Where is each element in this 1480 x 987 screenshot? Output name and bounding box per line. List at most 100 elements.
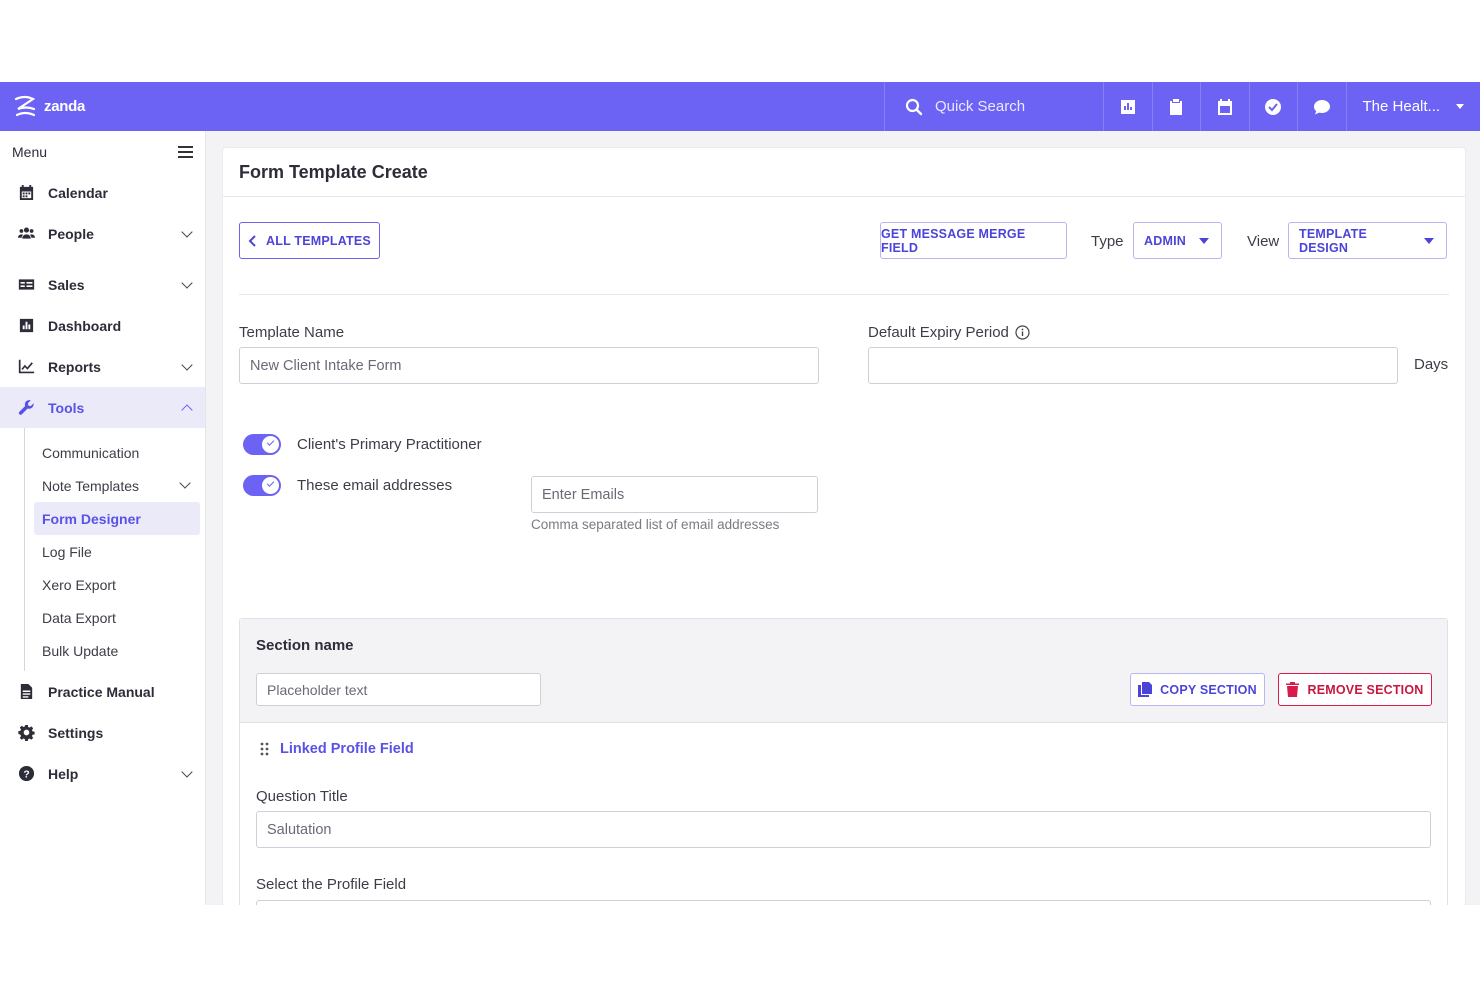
- reports-shortcut-button[interactable]: [1103, 82, 1152, 131]
- divider: [239, 294, 1449, 295]
- chevron-down-icon: [181, 766, 193, 778]
- messages-shortcut-button[interactable]: [1297, 82, 1346, 131]
- chevron-down-icon: [181, 226, 193, 238]
- copy-section-button[interactable]: COPY SECTION: [1130, 673, 1265, 706]
- top-bar: zanda Quick Search The Healt...: [0, 82, 1480, 131]
- chevron-left-icon: [248, 234, 256, 247]
- chevron-down-icon: [181, 359, 193, 371]
- menu-header: Menu: [0, 131, 205, 172]
- tasks-shortcut-button[interactable]: [1151, 82, 1201, 131]
- chevron-down-icon: [181, 277, 193, 289]
- section-header: Section name Placeholder text COPY SECTI…: [240, 619, 1447, 723]
- merge-field-button[interactable]: GET MESSAGE MERGE FIELD: [880, 222, 1067, 259]
- submenu-item-communication[interactable]: Communication: [25, 436, 200, 469]
- view-label: View: [1247, 233, 1280, 250]
- dashboard-icon: [16, 317, 36, 335]
- form-template-card: Form Template Create ALL TEMPLATES GET M…: [223, 148, 1465, 905]
- expiry-label: Default Expiry Period: [868, 324, 1009, 341]
- remove-section-button[interactable]: REMOVE SECTION: [1278, 673, 1432, 706]
- drag-handle-icon[interactable]: [260, 742, 270, 756]
- check-icon: [266, 438, 275, 446]
- type-label: Type: [1091, 233, 1124, 250]
- sidebar: Menu Calendar People Sales Dashboard Rep…: [0, 131, 206, 905]
- document-icon: [16, 683, 36, 701]
- sidebar-item-sales[interactable]: Sales: [0, 264, 205, 305]
- expiry-unit: Days: [1414, 356, 1449, 373]
- sidebar-item-label: People: [48, 225, 94, 242]
- check-icon: [266, 479, 275, 487]
- svg-text:?: ?: [23, 769, 29, 780]
- submenu-item-label: Note Templates: [42, 477, 140, 494]
- calendar-icon: [1217, 98, 1232, 115]
- template-name-input[interactable]: New Client Intake Form: [239, 347, 819, 384]
- remove-section-label: REMOVE SECTION: [1307, 682, 1424, 697]
- merge-field-label: GET MESSAGE MERGE FIELD: [881, 226, 1026, 255]
- chevron-down-icon: [1456, 104, 1465, 109]
- sidebar-item-people[interactable]: People: [0, 213, 205, 254]
- chat-icon: [1313, 99, 1330, 114]
- reports-icon: [16, 358, 36, 376]
- copy-section-label: COPY SECTION: [1160, 682, 1257, 697]
- copy-icon: [1138, 682, 1153, 697]
- sales-icon: [16, 276, 36, 294]
- tools-submenu: Communication Note Templates Form Design…: [24, 428, 205, 671]
- sidebar-item-label: Practice Manual: [48, 683, 155, 700]
- view-select[interactable]: TEMPLATE DESIGN: [1288, 222, 1447, 259]
- help-icon: ?: [16, 765, 36, 783]
- linked-profile-field-label: Linked Profile Field: [280, 741, 414, 757]
- question-title-input[interactable]: Salutation: [256, 811, 1431, 848]
- hamburger-icon[interactable]: [178, 145, 193, 158]
- sidebar-item-label: Reports: [48, 358, 101, 375]
- submenu-item-data-export[interactable]: Data Export: [25, 601, 200, 634]
- check-circle-icon: [1265, 98, 1282, 115]
- profile-field-label: Select the Profile Field: [256, 876, 407, 893]
- submenu-item-log-file[interactable]: Log File: [25, 535, 200, 568]
- linked-field-header[interactable]: Linked Profile Field: [260, 741, 414, 757]
- trash-icon: [1286, 682, 1300, 697]
- type-value: ADMIN: [1144, 233, 1186, 248]
- sidebar-item-dashboard[interactable]: Dashboard: [0, 305, 205, 346]
- check-shortcut-button[interactable]: [1248, 82, 1298, 131]
- profile-field-select[interactable]: [256, 900, 1431, 905]
- account-menu[interactable]: The Healt...: [1345, 82, 1480, 131]
- template-name-label: Template Name: [239, 324, 345, 341]
- submenu-item-note-templates[interactable]: Note Templates: [25, 469, 200, 502]
- sidebar-item-tools[interactable]: Tools: [0, 387, 205, 428]
- sidebar-item-help[interactable]: ? Help: [0, 753, 205, 794]
- calendar-shortcut-button[interactable]: [1200, 82, 1249, 131]
- submenu-item-bulk-update[interactable]: Bulk Update: [25, 634, 200, 667]
- expiry-label-group: Default Expiry Period: [868, 324, 1030, 341]
- form-section: Section name Placeholder text COPY SECTI…: [239, 618, 1448, 905]
- section-name-input[interactable]: Placeholder text: [256, 673, 541, 706]
- info-icon[interactable]: [1015, 325, 1030, 340]
- submenu-item-xero-export[interactable]: Xero Export: [25, 568, 200, 601]
- people-icon: [16, 225, 36, 243]
- gear-icon: [16, 724, 36, 742]
- type-select[interactable]: ADMIN: [1133, 222, 1222, 259]
- sidebar-item-calendar[interactable]: Calendar: [0, 172, 205, 213]
- sidebar-item-label: Dashboard: [48, 317, 122, 334]
- primary-practitioner-label: Client's Primary Practitioner: [297, 436, 482, 453]
- search-icon: [905, 98, 923, 115]
- quick-search[interactable]: Quick Search: [884, 82, 1103, 131]
- sidebar-item-settings[interactable]: Settings: [0, 712, 205, 753]
- search-placeholder: Quick Search: [935, 98, 1026, 115]
- sidebar-item-reports[interactable]: Reports: [0, 346, 205, 387]
- primary-practitioner-toggle[interactable]: [243, 434, 281, 455]
- section-name-label: Section name: [256, 637, 354, 654]
- sidebar-item-label: Sales: [48, 276, 85, 293]
- calendar-icon: [16, 184, 36, 202]
- wrench-icon: [16, 399, 36, 417]
- emails-input[interactable]: Enter Emails: [531, 476, 818, 513]
- email-addresses-toggle[interactable]: [243, 475, 281, 496]
- chevron-down-icon: [179, 477, 191, 489]
- brand-logo[interactable]: zanda: [0, 82, 884, 131]
- sidebar-item-label: Calendar: [48, 184, 108, 201]
- submenu-item-form-designer[interactable]: Form Designer: [34, 502, 200, 535]
- sidebar-item-practice-manual[interactable]: Practice Manual: [0, 671, 205, 712]
- sidebar-item-label: Settings: [48, 724, 104, 741]
- expiry-period-input[interactable]: [868, 347, 1398, 384]
- all-templates-button[interactable]: ALL TEMPLATES: [239, 222, 380, 259]
- menu-label: Menu: [12, 143, 48, 160]
- chevron-down-icon: [1424, 237, 1434, 244]
